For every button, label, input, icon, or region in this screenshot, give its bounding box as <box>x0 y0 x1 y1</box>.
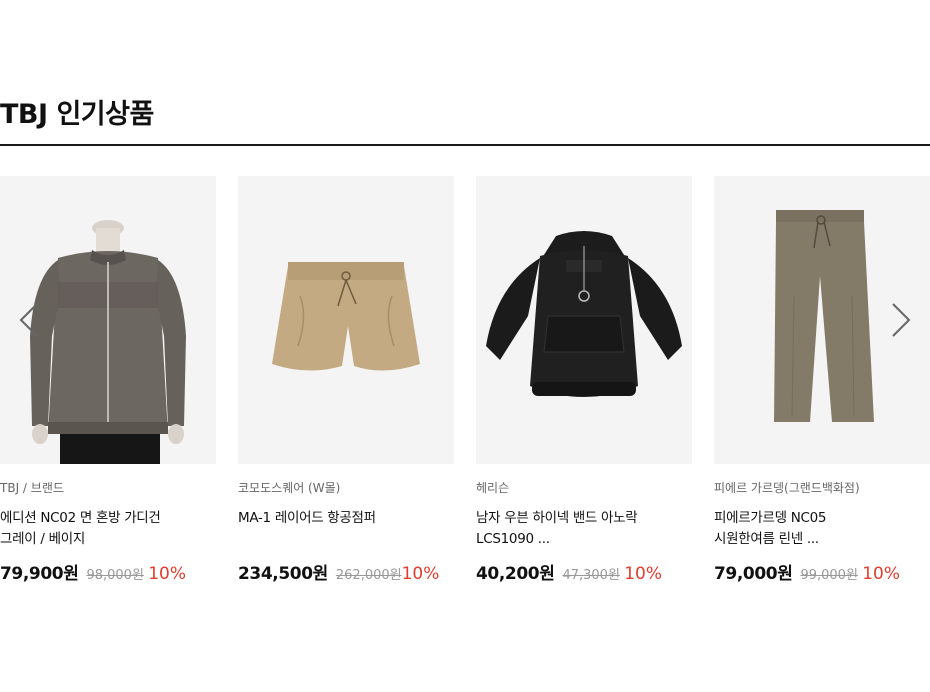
product-brand[interactable]: TBJ / 브랜드 <box>0 480 216 496</box>
sale-price: 79,900원 <box>0 564 79 584</box>
carousel-prev-button[interactable] <box>17 302 41 338</box>
price-row: 40,200원 47,300원 10% <box>476 559 692 584</box>
sale-price: 40,200원 <box>476 564 555 584</box>
product-name-line2[interactable]: 시원한여름 린넨 ... <box>714 529 930 550</box>
product-card[interactable]: TBJ / 브랜드 에디션 NC02 면 혼방 가디건 그레이 / 베이지 79… <box>0 176 216 584</box>
product-name-line2[interactable]: LCS1090 ... <box>476 529 692 550</box>
product-brand[interactable]: 피에르 가르뎅(그랜드백화점) <box>714 480 930 496</box>
product-card[interactable]: 피에르 가르뎅(그랜드백화점) 피에르가르뎅 NC05 시원한여름 린넨 ...… <box>714 176 930 584</box>
original-price: 262,000원 <box>335 568 402 583</box>
sale-price: 79,000원 <box>714 564 793 584</box>
product-name-line1[interactable]: 남자 우븐 하이넥 밴드 아노락 <box>476 508 692 529</box>
discount-rate: 10% <box>624 564 662 584</box>
product-card[interactable]: 헤리슨 남자 우븐 하이넥 밴드 아노락 LCS1090 ... 40,200원… <box>476 176 692 584</box>
original-price: 99,000원 <box>800 568 858 583</box>
sale-price: 234,500원 <box>238 564 328 584</box>
price-row: 234,500원 262,000원 10% <box>238 559 454 584</box>
product-name[interactable]: 에디션 NC02 면 혼방 가디건 그레이 / 베이지 <box>0 508 216 550</box>
price-row: 79,000원 99,000원 10% <box>714 559 930 584</box>
section-title: TBJ 인기상품 <box>0 99 154 130</box>
product-brand[interactable]: 코모도스퀘어 (W몰) <box>238 480 454 496</box>
product-name[interactable]: 피에르가르뎅 NC05 시원한여름 린넨 ... <box>714 508 930 550</box>
product-image-shorts[interactable] <box>238 176 454 464</box>
product-carousel: TBJ / 브랜드 에디션 NC02 면 혼방 가디건 그레이 / 베이지 79… <box>0 176 930 596</box>
discount-rate: 10% <box>862 564 900 584</box>
product-image-anorak[interactable] <box>476 176 692 464</box>
carousel-next-button[interactable] <box>889 302 913 338</box>
product-name[interactable]: MA-1 레이어드 항공점퍼 <box>238 508 454 550</box>
chevron-left-icon <box>19 303 38 337</box>
product-name-line1[interactable]: 피에르가르뎅 NC05 <box>714 508 930 529</box>
product-name-line1[interactable]: MA-1 레이어드 항공점퍼 <box>238 508 454 529</box>
title-divider <box>0 144 930 146</box>
original-price: 98,000원 <box>86 568 144 583</box>
product-card[interactable]: 코모도스퀘어 (W몰) MA-1 레이어드 항공점퍼 234,500원 262,… <box>238 176 454 584</box>
product-brand[interactable]: 헤리슨 <box>476 480 692 496</box>
discount-rate: 10% <box>148 564 186 584</box>
chevron-right-icon <box>892 303 911 337</box>
product-name[interactable]: 남자 우븐 하이넥 밴드 아노락 LCS1090 ... <box>476 508 692 550</box>
original-price: 47,300원 <box>562 568 620 583</box>
price-row: 79,900원 98,000원 10% <box>0 559 216 584</box>
product-name-line1[interactable]: 에디션 NC02 면 혼방 가디건 <box>0 508 216 529</box>
discount-rate: 10% <box>401 564 440 584</box>
product-name-line2[interactable]: 그레이 / 베이지 <box>0 529 216 550</box>
